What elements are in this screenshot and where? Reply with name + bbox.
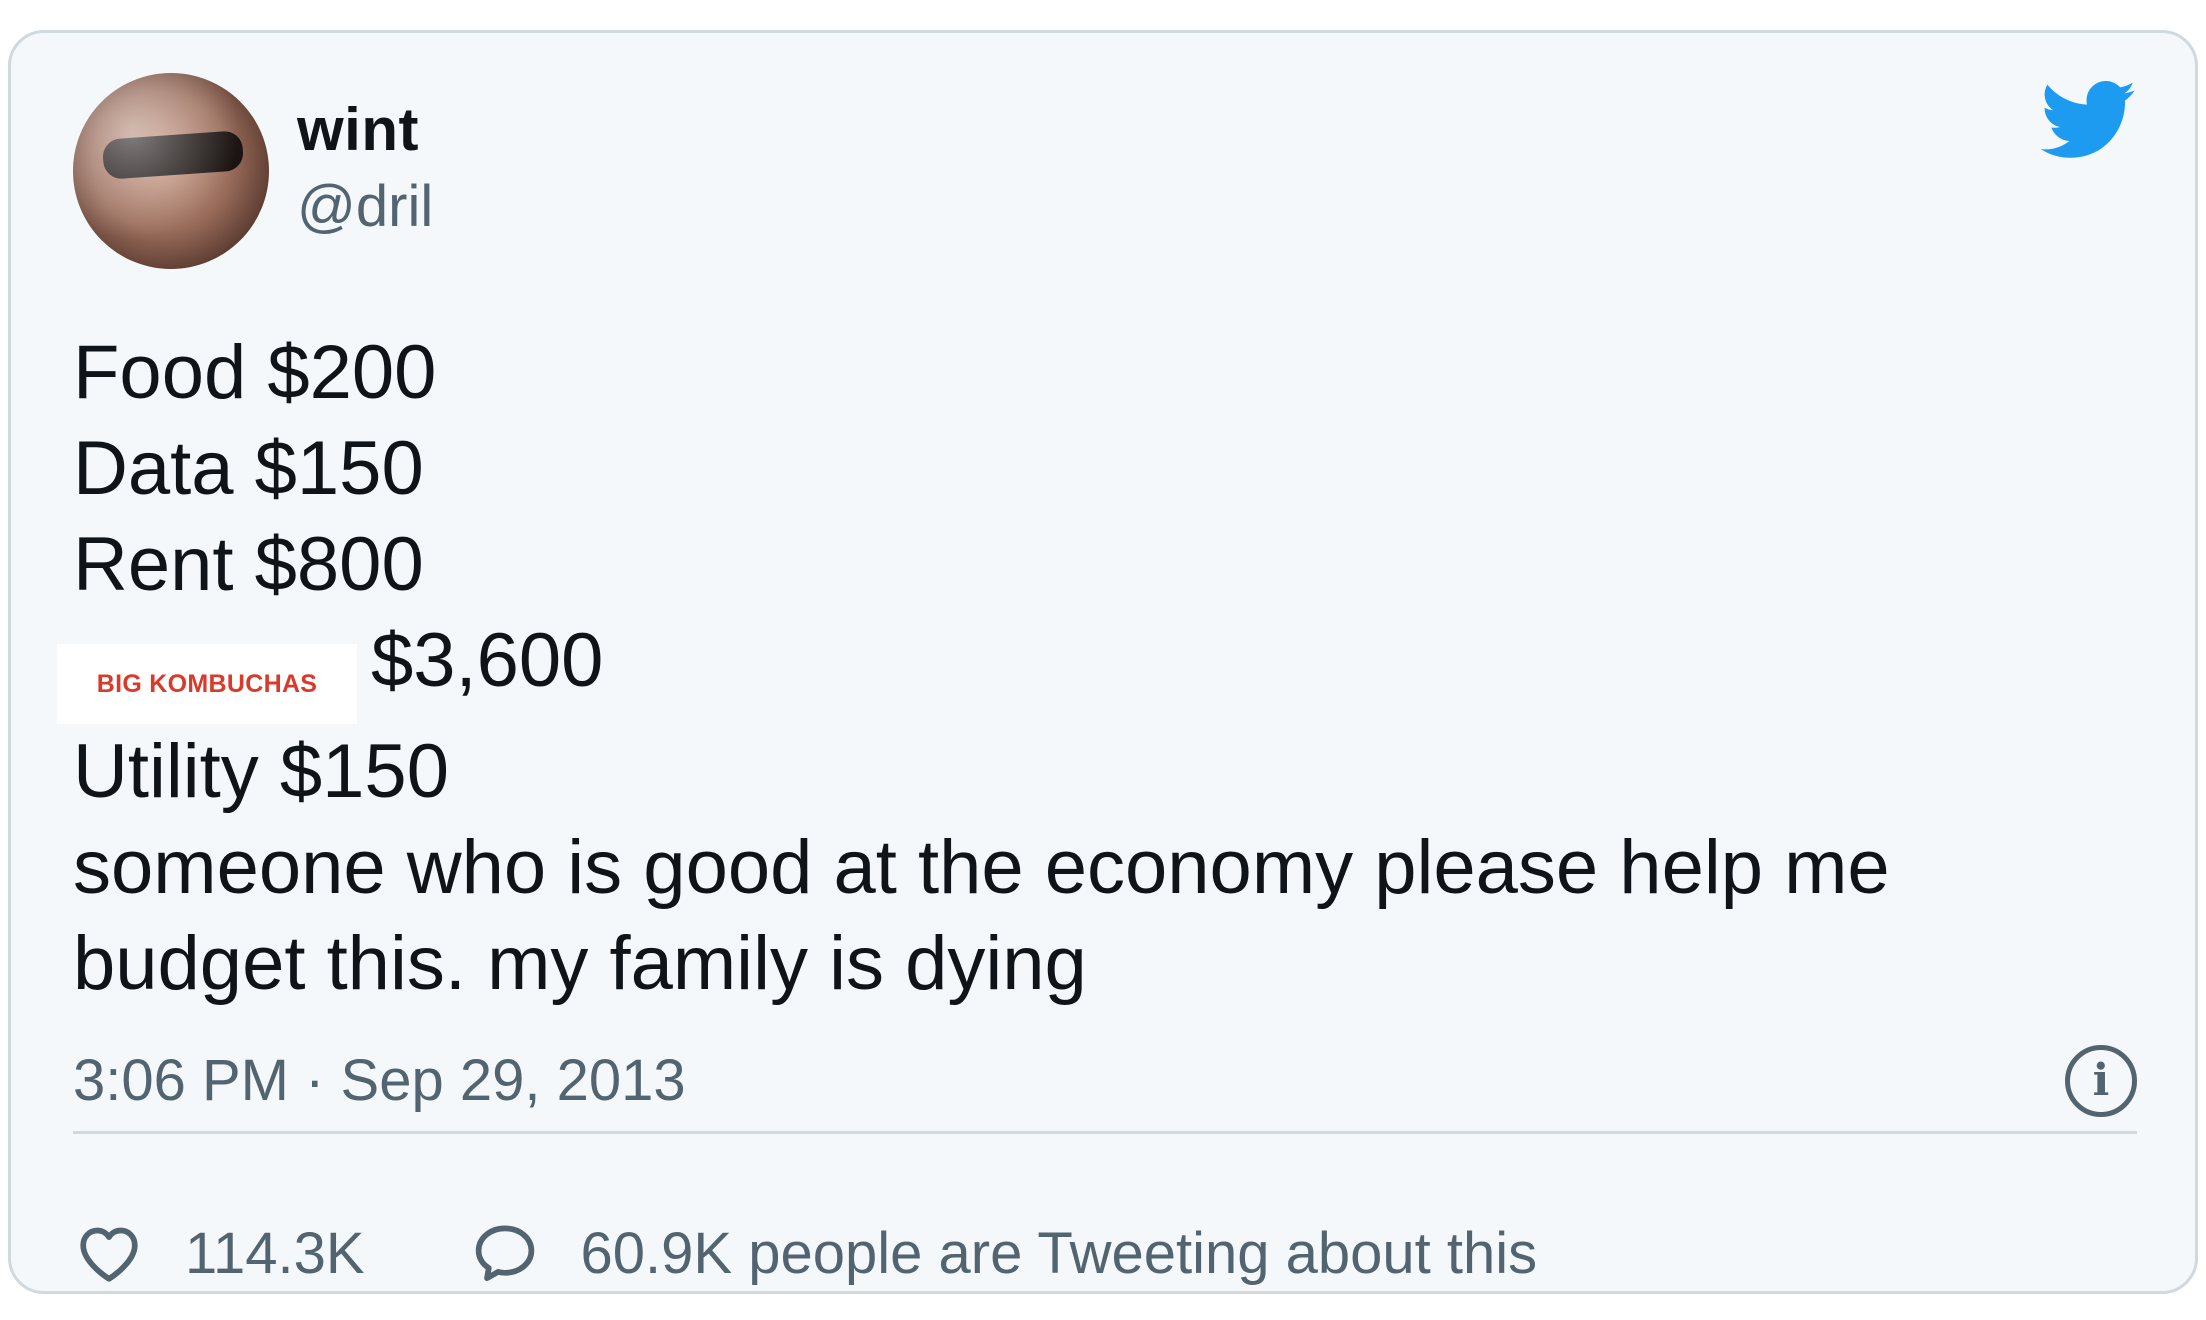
censor-label: BIG KOMBUCHAS	[57, 644, 357, 724]
info-icon[interactable]: i	[2065, 1045, 2137, 1117]
tweet-timestamp[interactable]: 3:06 PM · Sep 29, 2013	[73, 1047, 686, 1114]
heart-icon[interactable]	[73, 1217, 145, 1289]
tweet-line-utility: Utility $150	[73, 729, 449, 814]
conversation-link[interactable]: 60.9K people are Tweeting about this	[581, 1220, 1538, 1287]
tweet-line-plea-end: budget this. my family is dying	[73, 921, 1087, 1006]
user-handle[interactable]: @dril	[297, 173, 433, 240]
speech-bubble-icon[interactable]	[469, 1217, 541, 1289]
tweet-line-rent: Rent $800	[73, 522, 424, 607]
avatar[interactable]	[73, 73, 269, 269]
like-count[interactable]: 114.3K	[185, 1220, 365, 1287]
tweet-card[interactable]: wint @dril Food $200 Data $150 Rent $800…	[8, 30, 2198, 1294]
divider	[73, 1131, 2137, 1134]
tweet-line-plea: someone who is good at the economy pleas…	[73, 825, 1890, 910]
tweet-text: Food $200 Data $150 Rent $800 BIG KOMBUC…	[57, 325, 2133, 1012]
display-name[interactable]: wint	[297, 95, 419, 164]
censored-amount: $3,600	[371, 618, 604, 703]
tweet-line-data: Data $150	[73, 426, 424, 511]
twitter-bird-icon[interactable]	[2041, 81, 2137, 161]
tweet-line-food: Food $200	[73, 330, 437, 415]
tweet-actions: 114.3K 60.9K people are Tweeting about t…	[73, 1213, 1537, 1293]
tweet-line-censored: BIG KOMBUCHAS $3,600	[57, 613, 2133, 724]
